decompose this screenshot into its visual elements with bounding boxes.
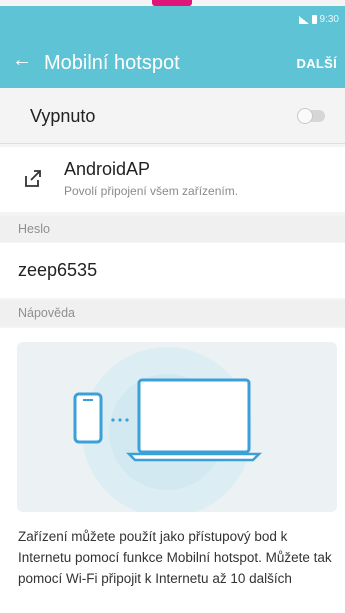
password-value: zeep6535: [18, 260, 98, 280]
password-row[interactable]: zeep6535: [0, 243, 345, 298]
help-section-title: Nápověda: [18, 306, 75, 320]
help-panel: Zařízení můžete použít jako přístupový b…: [0, 328, 345, 613]
access-point-name: AndroidAP: [64, 159, 151, 179]
password-section-title: Heslo: [18, 222, 50, 236]
battery-icon: [311, 15, 317, 24]
status-time: 9:30: [319, 14, 339, 25]
page-title: Mobilní hotspot: [44, 52, 180, 74]
next-button[interactable]: DALŠÍ: [297, 56, 338, 71]
signal-icon: [298, 15, 309, 24]
back-arrow-icon[interactable]: ←: [12, 50, 32, 70]
divider: [0, 143, 345, 144]
hotspot-toggle-switch[interactable]: [297, 108, 325, 124]
share-icon: [25, 170, 41, 187]
hotspot-illustration-graphic: [73, 347, 263, 512]
app-bar: 9:30 ← Mobilní hotspot DALŠÍ: [0, 6, 345, 88]
help-text: Zařízení můžete použít jako přístupový b…: [18, 529, 332, 586]
hotspot-state-label: Vypnuto: [30, 106, 96, 126]
help-section-header: Nápověda: [0, 300, 345, 326]
password-section-header: Heslo: [0, 216, 345, 242]
access-point-row[interactable]: AndroidAP Povolí připojení všem zařízení…: [0, 147, 345, 212]
status-bar: 9:30: [298, 14, 339, 25]
hotspot-illustration: [17, 342, 337, 512]
hotspot-toggle-row[interactable]: Vypnuto: [0, 88, 345, 143]
access-point-subtitle: Povolí připojení všem zařízením.: [64, 184, 239, 198]
